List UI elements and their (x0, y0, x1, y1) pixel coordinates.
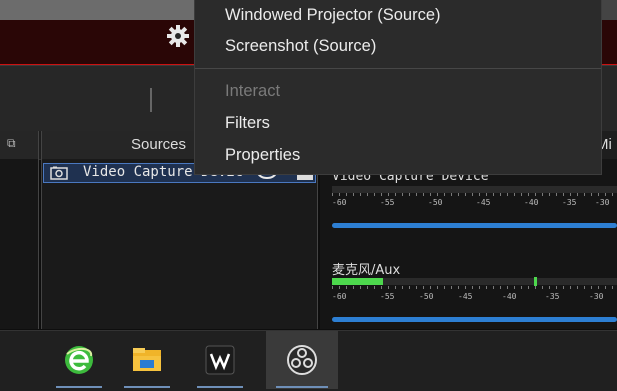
meter-scale-label: -30 (595, 198, 610, 207)
meter-ticks (332, 193, 617, 196)
meter-scale-label: -35 (562, 198, 577, 207)
obs-studio-icon (287, 345, 317, 375)
file-explorer-icon (133, 348, 161, 371)
meter-scale-label: -60 (332, 292, 347, 301)
volume-meter (332, 186, 617, 193)
mixer-channel-name: 麦克风/Aux (332, 263, 401, 278)
volume-meter-level (332, 278, 383, 285)
meter-scale-label: -35 (545, 292, 560, 301)
wps-office-icon (205, 345, 235, 375)
meter-scale-label: -55 (380, 198, 395, 207)
context-menu: Windowed Projector (Source) Screenshot (… (194, 0, 602, 175)
taskbar-ie-button[interactable] (52, 331, 106, 389)
menu-item-screenshot[interactable]: Screenshot (Source) (225, 37, 376, 56)
taskbar-wps-button[interactable] (193, 331, 247, 389)
taskbar-running-indicator (197, 386, 243, 388)
meter-scale-label: -40 (502, 292, 517, 301)
taskbar-running-indicator (276, 386, 328, 388)
meter-scale-label: -55 (380, 292, 395, 301)
menu-item-interact[interactable]: Interact (225, 82, 280, 101)
taskbar-explorer-button[interactable] (120, 331, 174, 389)
meter-scale-label: -50 (419, 292, 434, 301)
meter-scale-label: -40 (524, 198, 539, 207)
menu-separator (195, 68, 601, 69)
taskbar-obs-button[interactable] (266, 331, 338, 389)
meter-scale-label: -30 (589, 292, 604, 301)
camera-icon (50, 166, 68, 180)
sources-dock-title: Sources (131, 136, 187, 153)
scenes-dock-tab[interactable]: ⧉ (0, 131, 39, 159)
meter-scale-label: -45 (476, 198, 491, 207)
meter-scale-label: -45 (458, 292, 473, 301)
dock-icon: ⧉ (7, 136, 16, 150)
taskbar-running-indicator (56, 386, 102, 388)
gear-icon[interactable] (166, 24, 190, 48)
meter-scale-label: -50 (428, 198, 443, 207)
preview-content (0, 0, 210, 20)
taskbar-running-indicator (124, 386, 170, 388)
meter-peak-marker (534, 277, 537, 286)
sources-list[interactable] (41, 159, 318, 329)
meter-ticks (332, 286, 617, 289)
meter-scale-label: -60 (332, 198, 347, 207)
menu-item-properties[interactable]: Properties (225, 146, 300, 165)
menu-item-filters[interactable]: Filters (225, 114, 270, 133)
volume-slider[interactable] (332, 317, 617, 322)
toolbar-separator (150, 88, 152, 112)
scenes-list[interactable] (0, 159, 39, 329)
volume-slider[interactable] (332, 223, 617, 228)
ie-browser-icon (65, 346, 93, 374)
audio-mixer: Video Capture Device -60 -55 -50 -45 -40… (320, 159, 617, 329)
menu-item-windowed-projector[interactable]: Windowed Projector (Source) (225, 6, 441, 25)
